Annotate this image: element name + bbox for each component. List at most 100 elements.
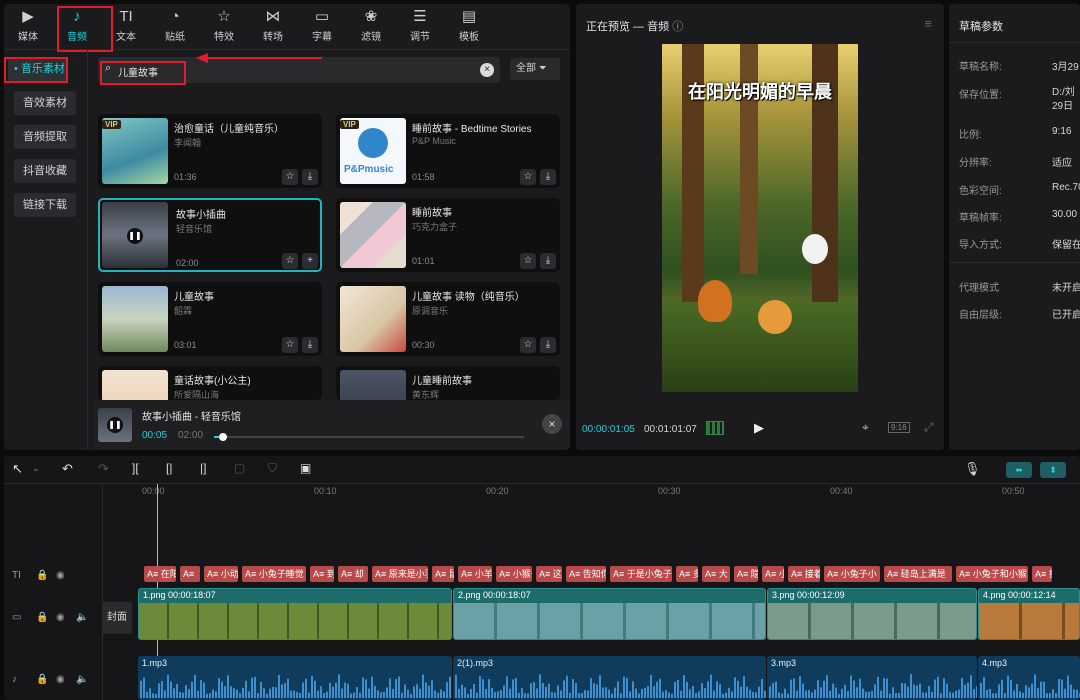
text-clip[interactable]: A≡ 小兔子和小猴	[956, 566, 1028, 582]
chevron-down-icon[interactable]: ⌄	[32, 463, 40, 474]
music-card[interactable]: VIP 治愈童话（儿童纯音乐） 李闻翰 01:36 ☆ ⤓	[98, 114, 322, 188]
text-clip[interactable]: A≡ 原来是小羽	[372, 566, 428, 582]
text-clip[interactable]: A≡ 硅岛上满是	[884, 566, 952, 582]
eye-icon[interactable]: ◉	[56, 570, 65, 581]
add-icon[interactable]: +	[302, 253, 318, 269]
video-clip[interactable]: 4.png 00:00:12:14	[978, 588, 1080, 640]
audio-clip[interactable]: 3.mp3	[767, 656, 977, 700]
shield-icon[interactable]: ⛉	[268, 461, 277, 476]
redo-icon[interactable]: ↷	[98, 461, 109, 477]
text-clip[interactable]: A≡ 小猴	[762, 566, 784, 582]
speaker-icon[interactable]: 🔈	[76, 674, 88, 685]
close-icon[interactable]: ×	[542, 414, 562, 434]
sidebar-item-sound-effects[interactable]: 音效素材	[14, 91, 76, 115]
cover-button[interactable]: 封面	[102, 602, 132, 634]
time-ruler[interactable]: 00:00 00:10 00:20 00:30 00:40 00:50	[138, 484, 1080, 500]
text-clip[interactable]: A≡ 在阳	[144, 566, 176, 582]
text-clip[interactable]: A≡ 却	[338, 566, 368, 582]
text-clip[interactable]: A≡ 到	[310, 566, 334, 582]
favorite-star-icon[interactable]: ☆	[282, 169, 298, 185]
video-clip[interactable]: 1.png 00:00:18:07	[138, 588, 452, 640]
text-clip[interactable]: A≡ 小兔子小	[824, 566, 880, 582]
link-clips-icon[interactable]: ⬌	[1006, 462, 1032, 478]
download-icon[interactable]: ⤓	[540, 169, 556, 185]
lock-icon[interactable]: 🔒	[36, 612, 48, 623]
audio-clip[interactable]: 2(1).mp3	[453, 656, 766, 700]
music-card[interactable]: 儿童故事 读物（纯音乐） 原调音乐 00:30 ☆ ⤓	[336, 282, 560, 356]
text-clip[interactable]: A≡ 接着	[788, 566, 820, 582]
text-clip[interactable]: A≡ 打	[1032, 566, 1052, 582]
image-icon[interactable]: ▣	[300, 461, 311, 475]
music-card-selected[interactable]: ❚❚ 故事小插曲 轻音乐馆 02:00 ☆ +	[98, 198, 322, 272]
eye-icon[interactable]: ◉	[56, 612, 65, 623]
video-preview[interactable]: 在阳光明媚的早晨	[662, 44, 858, 392]
split-left-icon[interactable]: [|	[166, 461, 172, 475]
download-icon[interactable]: ⤓	[302, 169, 318, 185]
info-icon[interactable]: ⓘ	[672, 21, 683, 33]
text-clip[interactable]: A≡ 于是小兔子	[610, 566, 672, 582]
music-card[interactable]: 儿童睡前故事 黄东辉	[336, 366, 560, 400]
text-clip[interactable]: A≡ 告知你	[566, 566, 606, 582]
split-right-icon[interactable]: |]	[200, 461, 206, 475]
tab-filter[interactable]: ❀ 滤镜	[351, 4, 391, 50]
text-clip[interactable]: A≡ 大	[702, 566, 730, 582]
music-card[interactable]: 儿童故事 韶霖 03:01 ☆ ⤓	[98, 282, 322, 356]
clear-icon[interactable]: ×	[480, 63, 494, 77]
text-clip[interactable]: A≡ 鼠	[432, 566, 454, 582]
favorite-star-icon[interactable]: ☆	[282, 253, 298, 269]
screenshot-icon[interactable]: ⌖	[862, 420, 869, 435]
music-card[interactable]: P&Pmusic VIP 睡前故事 - Bedtime Stories P&P …	[336, 114, 560, 188]
text-clip[interactable]: A≡	[180, 566, 200, 582]
lock-icon[interactable]: 🔒	[36, 570, 48, 581]
pause-icon[interactable]: ❚❚	[127, 228, 143, 244]
snap-icon[interactable]: ⬍	[1040, 462, 1066, 478]
player-progress-track[interactable]	[214, 433, 524, 441]
favorite-star-icon[interactable]: ☆	[520, 169, 536, 185]
audio-clip[interactable]: 4.mp3	[978, 656, 1080, 700]
favorite-star-icon[interactable]: ☆	[520, 337, 536, 353]
music-card[interactable]: 睡前故事 巧克力盒子 01:01 ☆ ⤓	[336, 198, 560, 272]
favorite-star-icon[interactable]: ☆	[520, 253, 536, 269]
menu-icon[interactable]: ≡	[924, 16, 932, 31]
speaker-icon[interactable]: 🔈	[76, 612, 88, 623]
download-icon[interactable]: ⤓	[302, 337, 318, 353]
tab-media[interactable]: ▶ 媒体	[8, 4, 48, 50]
sidebar-item-link-download[interactable]: 链接下载	[14, 193, 76, 217]
favorite-star-icon[interactable]: ☆	[282, 337, 298, 353]
undo-icon[interactable]: ↶	[62, 461, 73, 477]
aspect-ratio-button[interactable]: 9:16	[888, 422, 910, 433]
download-icon[interactable]: ⤓	[540, 253, 556, 269]
split-icon[interactable]: ][	[132, 461, 139, 475]
text-clip[interactable]: A≡ 隐	[734, 566, 758, 582]
player-progress-knob[interactable]	[219, 433, 228, 441]
lock-icon[interactable]: 🔒	[36, 674, 48, 685]
sidebar-item-douyin-favorites[interactable]: 抖音收藏	[14, 159, 76, 183]
pause-icon[interactable]: ❚❚	[107, 417, 123, 433]
sidebar-item-audio-extract[interactable]: 音频提取	[14, 125, 76, 149]
tab-effects[interactable]: ☆ 特效	[204, 4, 244, 50]
music-card[interactable]: 童话故事(小公主) 所爱隔山海	[98, 366, 322, 400]
text-clip[interactable]: A≡ 小兔子睡觉	[242, 566, 306, 582]
download-icon[interactable]: ⤓	[540, 337, 556, 353]
video-clip[interactable]: 2.png 00:00:18:07	[453, 588, 766, 640]
filter-button[interactable]: 全部 ⏷	[510, 58, 560, 80]
tab-template[interactable]: ▤ 模板	[449, 4, 489, 50]
tab-transition[interactable]: ⋈ 转场	[253, 4, 293, 50]
text-clip[interactable]: A≡ 小动	[204, 566, 238, 582]
tab-sticker[interactable]: ◔ 贴纸	[155, 4, 195, 50]
video-clip[interactable]: 3.png 00:00:12:09	[767, 588, 977, 640]
vip-badge: VIP	[102, 120, 121, 129]
text-clip[interactable]: A≡ 这	[536, 566, 562, 582]
text-clip[interactable]: A≡ 多	[676, 566, 698, 582]
eye-icon[interactable]: ◉	[56, 674, 65, 685]
microphone-icon[interactable]: 🎙	[964, 461, 981, 477]
select-cursor-icon[interactable]: ↖	[12, 461, 23, 477]
tab-adjust[interactable]: ☰ 调节	[400, 4, 440, 50]
fullscreen-icon[interactable]: ⤢	[924, 420, 934, 435]
text-clip[interactable]: A≡ 小猴子	[496, 566, 532, 582]
delete-icon[interactable]: ▢	[234, 461, 245, 475]
audio-clip[interactable]: 1.mp3	[138, 656, 452, 700]
tab-caption[interactable]: ▭ 字幕	[302, 4, 342, 50]
text-clip[interactable]: A≡ 小羊	[458, 566, 492, 582]
play-icon[interactable]: ▶	[754, 420, 764, 436]
